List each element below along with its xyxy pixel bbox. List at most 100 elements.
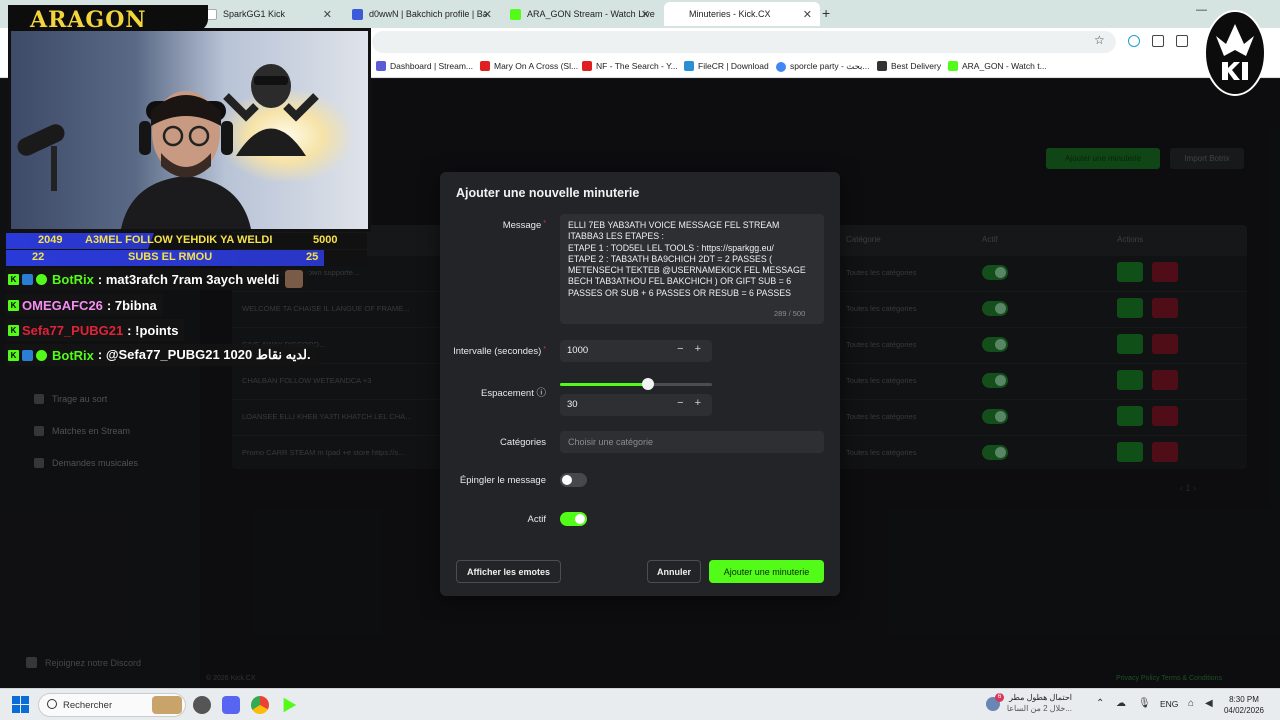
bookmark-label: NF - The Search - Y... [596, 61, 678, 71]
tab-title: Minuteries - Kick.CX [689, 9, 771, 19]
character-counter: 289 / 500 [774, 309, 806, 318]
stepper-controls[interactable]: − + [677, 397, 705, 409]
goal-text: A3MEL FOLLOW YEHDIK YA WELDI [85, 234, 273, 246]
bookmark-nf-the-search[interactable]: NF - The Search - Y... [582, 61, 678, 71]
channel-logo: ARAGON [30, 7, 147, 33]
bookmark-label: Dashboard | Stream... [390, 61, 473, 71]
spacing-value: 30 [567, 399, 578, 410]
spacing-input[interactable]: 30 − + [560, 394, 712, 416]
add-timer-button[interactable]: Ajouter une minuterie [709, 560, 824, 583]
weather-line1: احتمال هطول مطر [1009, 693, 1072, 702]
add-timer-modal: Ajouter une nouvelle minuterie Message * … [440, 172, 840, 596]
bookmark-dashboard[interactable]: Dashboard | Stream... [376, 61, 473, 71]
spacing-label: Espacement ⓘ [481, 388, 546, 399]
volume-icon[interactable]: ◀ [1205, 698, 1213, 709]
tab-favicon [510, 8, 521, 20]
active-toggle[interactable] [560, 512, 587, 526]
extension-icon[interactable] [1128, 35, 1140, 47]
chat-message: K BotRix : @Sefa77_PUBG21 لديه نقاط 1020… [6, 344, 317, 366]
address-bar[interactable] [372, 31, 1116, 53]
spacing-slider[interactable] [560, 378, 712, 390]
bookmark-best-delivery[interactable]: Best Delivery [877, 61, 941, 71]
cancel-button[interactable]: Annuler [647, 560, 701, 583]
tab-bakchich-profile[interactable]: d0wwN | Bakchich profile | Bakc ✕ [344, 2, 500, 26]
chat-username: BotRix [52, 271, 94, 287]
message-label: Message * [503, 220, 546, 231]
goal-current: 22 [32, 251, 45, 263]
bookmark-filecr[interactable]: FileCR | Download [684, 61, 769, 71]
close-tab-icon[interactable]: ✕ [483, 8, 492, 21]
bookmark-favicon [877, 61, 887, 71]
kick-icon [948, 61, 958, 71]
media-app-icon[interactable] [283, 697, 297, 713]
cloud-icon[interactable]: ☁ [1116, 698, 1126, 709]
clock-date: 04/02/2026 [1223, 706, 1265, 715]
new-tab-button[interactable]: + [822, 5, 830, 21]
goal-text: SUBS EL RMOU [128, 251, 213, 263]
chat-text: : !points [127, 322, 179, 338]
goal-target: 25 [306, 251, 319, 263]
chat-username: OMEGAFC26 [22, 297, 103, 313]
youtube-icon [480, 61, 490, 71]
channel-logo-banner: ARAGON [8, 5, 208, 33]
team-logo [1204, 10, 1266, 96]
bookmark-mary-on-a-cross[interactable]: Mary On A Cross (Sl... [480, 61, 578, 71]
system-clock[interactable]: 8:30 PM 04/02/2026 [1222, 694, 1266, 716]
bookmark-aragon-watch[interactable]: ARA_GON - Watch t... [948, 61, 1047, 71]
weather-widget[interactable]: احتمال هطول مطر خلال 2 من الساعا... [1006, 692, 1072, 714]
bookmark-sporcle-party[interactable]: sporcle party - بحث... [776, 61, 870, 72]
bookmark-label: ARA_GON - Watch t... [962, 61, 1047, 71]
network-icon[interactable]: ⌂ [1188, 698, 1194, 709]
bookmark-label: FileCR | Download [698, 61, 769, 71]
search-placeholder: Rechercher [63, 700, 113, 711]
verified-badge-icon [36, 273, 47, 285]
tab-favicon [672, 8, 683, 20]
tab-sparkgg1-kick[interactable]: SparkGG1 Kick ✕ [198, 2, 340, 26]
language-indicator[interactable]: ENG [1160, 699, 1178, 709]
chat-message: K Sefa77_PUBG21 : !points [6, 319, 185, 341]
discord-icon[interactable] [222, 696, 240, 714]
modal-title: Ajouter une nouvelle minuterie [456, 186, 640, 200]
chat-username: Sefa77_PUBG21 [22, 322, 124, 338]
chat-text: : 7bibna [106, 297, 157, 313]
windows-start-icon[interactable] [12, 696, 29, 713]
app-icon[interactable] [193, 696, 211, 714]
close-tab-icon[interactable]: ✕ [803, 8, 812, 21]
interval-value: 1000 [567, 345, 589, 356]
bot-badge-icon [22, 273, 33, 285]
interval-label: Intervalle (secondes) * [453, 346, 546, 357]
close-tab-icon[interactable]: ✕ [641, 8, 650, 21]
screenshot-extension-icon[interactable] [1152, 35, 1164, 47]
chat-text: : mat3rafch 7ram 3aych weldi [97, 271, 280, 287]
message-textarea[interactable]: ELLI 7EB YAB3ATH VOICE MESSAGE FEL STREA… [560, 214, 824, 324]
youtube-icon [582, 61, 592, 71]
microphone-icon[interactable]: 🎙 [1138, 698, 1151, 709]
tab-minuteries-kickcx[interactable]: Minuteries - Kick.CX ✕ [664, 2, 820, 26]
goal-current: 2049 [38, 234, 63, 246]
follow-goal-bar: 2049 A3MEL FOLLOW YEHDIK YA WELDI 5000 [6, 233, 367, 249]
close-tab-icon[interactable]: ✕ [323, 8, 332, 21]
streamer [121, 91, 251, 229]
bookmark-star-icon[interactable]: ☆ [1094, 33, 1105, 47]
goal-target: 5000 [313, 234, 338, 246]
search-highlight-image[interactable] [152, 696, 182, 714]
active-label: Actif [527, 514, 546, 525]
pin-message-toggle[interactable] [560, 473, 587, 487]
weather-line2: خلال 2 من الساعا... [1006, 704, 1072, 713]
chat-message: K BotRix : mat3rafch 7ram 3aych weldi [6, 268, 310, 290]
tab-aragon-stream[interactable]: ARA_GON Stream - Watch Live ✕ [502, 2, 658, 26]
slider-thumb[interactable] [642, 378, 655, 390]
show-emotes-button[interactable]: Afficher les emotes [456, 560, 561, 583]
kick-badge-icon: K [8, 299, 19, 311]
chevron-up-icon[interactable]: ⌃ [1096, 698, 1104, 709]
chat-text: : @Sefa77_PUBG21 لديه نقاط 1020. [97, 347, 311, 362]
interval-input[interactable]: 1000 − + [560, 340, 712, 362]
slider-fill [560, 383, 649, 386]
interval-label-text: Intervalle (secondes) [453, 346, 542, 357]
chrome-icon[interactable] [251, 696, 269, 714]
stepper-controls[interactable]: − + [677, 343, 705, 355]
bookmark-favicon [684, 61, 694, 71]
category-select[interactable]: Choisir une catégorie [560, 431, 824, 453]
bot-badge-icon [22, 349, 33, 361]
extensions-puzzle-icon[interactable] [1176, 35, 1188, 47]
